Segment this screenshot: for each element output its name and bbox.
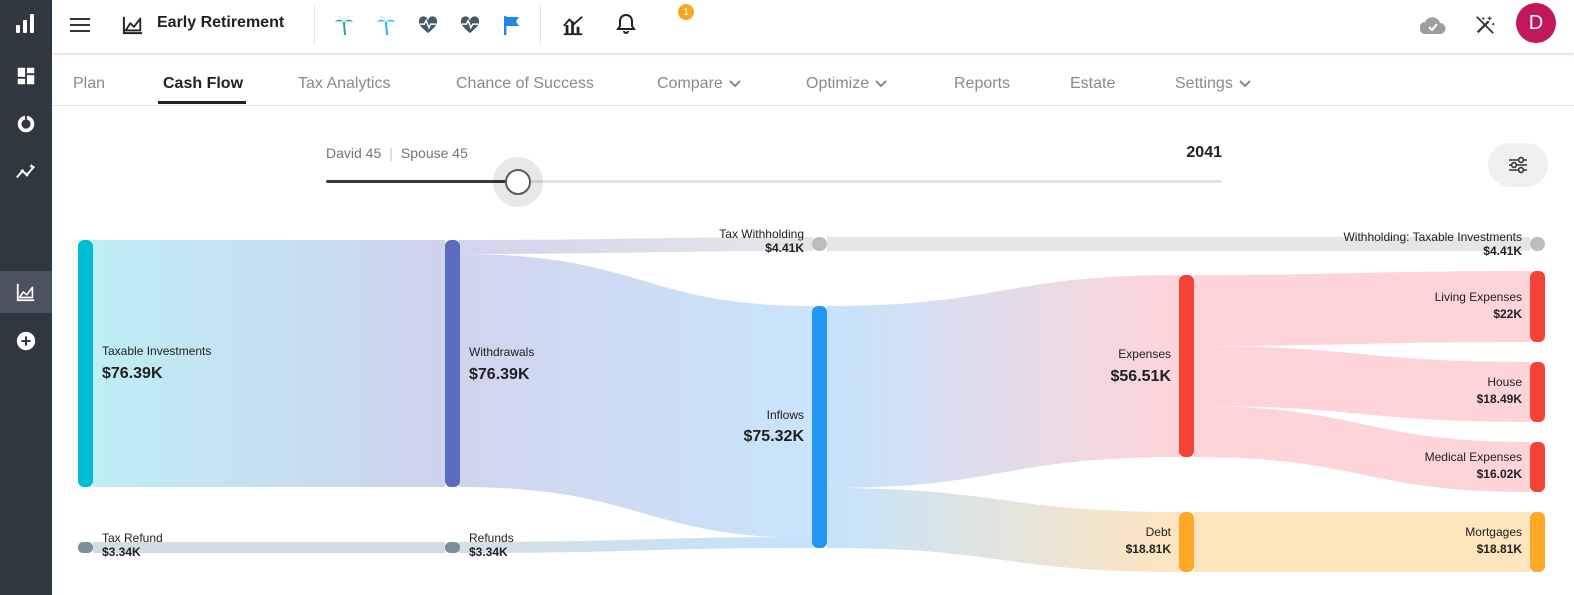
heart-pulse-icon[interactable] <box>458 12 482 38</box>
dashboard-icon[interactable] <box>0 55 52 97</box>
flag-icon[interactable] <box>500 12 524 38</box>
tax-withholding-value: $4.41K <box>765 241 804 255</box>
add-circle-icon[interactable] <box>0 320 52 362</box>
expenses-label: Expenses <box>1118 347 1171 361</box>
menu-icon[interactable] <box>66 12 94 38</box>
node-living-expenses[interactable] <box>1530 271 1545 342</box>
debt-value: $18.81K <box>1125 542 1171 556</box>
expenses-value: $56.51K <box>1110 368 1172 385</box>
plan-title[interactable]: Early Retirement <box>157 14 284 32</box>
medical-expenses-label: Medical Expenses <box>1424 450 1522 464</box>
node-tax-refund[interactable] <box>78 542 93 553</box>
nav-rail <box>0 0 52 595</box>
inflows-value: $75.32K <box>743 428 805 445</box>
chevron-down-icon <box>875 80 887 88</box>
node-tax-withholding[interactable] <box>812 237 827 251</box>
age-labels: David 45 | Spouse 45 <box>326 145 468 161</box>
link-withdrawals-to-inflows[interactable] <box>459 254 813 538</box>
tab-label: Optimize <box>806 75 870 92</box>
tab-reports[interactable]: Reports <box>954 75 1010 93</box>
node-expenses[interactable] <box>1179 275 1194 457</box>
mortgages-value: $18.81K <box>1476 542 1522 556</box>
heart-pulse-icon[interactable] <box>416 12 440 38</box>
tab-compare[interactable]: Compare <box>657 75 741 93</box>
divider <box>540 6 541 44</box>
withholding-taxable-value: $4.41K <box>1483 244 1522 258</box>
tab-plan[interactable]: Plan <box>73 75 105 93</box>
selected-year: 2041 <box>1186 144 1222 161</box>
tab-label: Estate <box>1070 75 1116 92</box>
palm-tree-icon[interactable] <box>374 12 398 38</box>
bell-icon[interactable] <box>614 11 638 37</box>
tab-label: Reports <box>954 75 1011 92</box>
withdrawals-label: Withdrawals <box>469 345 535 359</box>
plan-chart-icon <box>120 12 146 38</box>
house-value: $18.49K <box>1476 392 1522 406</box>
avatar[interactable]: D <box>1516 3 1556 43</box>
person-2-age: Spouse 45 <box>400 145 468 161</box>
magic-wand-off-icon[interactable] <box>1470 12 1500 38</box>
node-house[interactable] <box>1530 362 1545 422</box>
cloud-done-icon[interactable] <box>1418 12 1448 38</box>
app-logo-icon[interactable] <box>0 2 52 44</box>
tab-tax-analytics[interactable]: Tax Analytics <box>298 75 390 93</box>
inflows-label: Inflows <box>766 408 804 422</box>
year-slider-fill <box>326 180 518 183</box>
tab-label: Cash Flow <box>163 75 244 92</box>
taxable-investments-label: Taxable Investments <box>102 344 212 358</box>
active-tab-indicator <box>158 101 246 104</box>
year-slider-track[interactable] <box>326 180 1222 183</box>
tab-label: Settings <box>1175 75 1233 92</box>
node-debt[interactable] <box>1179 512 1194 572</box>
house-label: House <box>1487 375 1522 389</box>
node-taxable-investments[interactable] <box>78 240 93 487</box>
filter-settings-button[interactable] <box>1488 143 1548 187</box>
tab-bar: Plan Cash Flow Tax Analytics Chance of S… <box>52 64 1574 106</box>
donut-icon[interactable] <box>0 103 52 145</box>
notification-badge: 1 <box>678 4 694 20</box>
tax-refund-value: $3.34K <box>102 545 141 559</box>
link-taxable-to-withdrawals[interactable] <box>93 240 445 487</box>
tab-label: Chance of Success <box>456 75 594 92</box>
year-slider-thumb[interactable] <box>505 169 531 195</box>
node-mortgages[interactable] <box>1530 512 1545 572</box>
tab-label: Compare <box>657 75 723 92</box>
withdrawals-value: $76.39K <box>469 366 530 383</box>
living-expenses-value: $22K <box>1493 307 1522 321</box>
person-1-age: David 45 <box>326 145 382 161</box>
divider <box>314 6 315 44</box>
living-expenses-label: Living Expenses <box>1434 290 1522 304</box>
node-medical-expenses[interactable] <box>1530 442 1545 492</box>
tab-label: Tax Analytics <box>298 75 391 92</box>
tab-settings[interactable]: Settings <box>1175 75 1251 93</box>
tune-icon <box>1509 156 1527 174</box>
insights-icon[interactable] <box>0 151 52 193</box>
node-withholding-taxable[interactable] <box>1530 237 1545 251</box>
node-withdrawals[interactable] <box>445 240 460 487</box>
tab-optimize[interactable]: Optimize <box>806 75 887 93</box>
tab-cash-flow[interactable]: Cash Flow <box>163 75 243 93</box>
tab-estate[interactable]: Estate <box>1070 75 1115 93</box>
palm-tree-icon[interactable] <box>332 12 356 38</box>
tab-chance-of-success[interactable]: Chance of Success <box>456 75 594 93</box>
age-separator: | <box>389 145 393 161</box>
area-chart-icon[interactable] <box>0 271 52 313</box>
trend-chart-icon[interactable] <box>560 12 586 38</box>
taxable-investments-value: $76.39K <box>102 365 163 382</box>
mortgages-label: Mortgages <box>1465 525 1522 539</box>
chevron-down-icon <box>729 80 741 88</box>
cash-flow-sankey: Taxable Investments $76.39K Tax Refund $… <box>52 210 1574 595</box>
refunds-value: $3.34K <box>469 545 508 559</box>
tab-label: Plan <box>73 75 106 92</box>
debt-label: Debt <box>1145 525 1171 539</box>
top-bar: Early Retirement 1 D <box>52 0 1574 53</box>
node-refunds[interactable] <box>445 542 460 553</box>
node-inflows[interactable] <box>812 306 827 548</box>
chevron-down-icon <box>1239 80 1251 88</box>
medical-expenses-value: $16.02K <box>1476 467 1522 481</box>
